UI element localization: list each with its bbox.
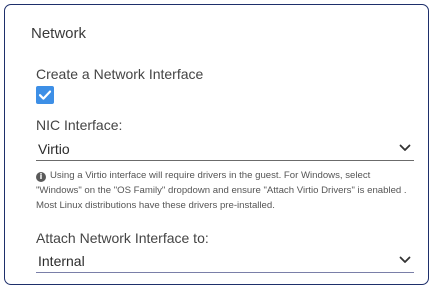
chevron-down-icon xyxy=(399,256,411,263)
attach-interface-value: Internal xyxy=(38,253,85,269)
nic-interface-select[interactable]: Virtio xyxy=(36,137,414,161)
nic-interface-value: Virtio xyxy=(38,141,70,157)
attach-interface-select[interactable]: Internal xyxy=(36,249,414,273)
check-icon xyxy=(38,90,52,100)
virtio-info-text: Using a Virtio interface will require dr… xyxy=(36,170,407,211)
nic-interface-label: NIC Interface: xyxy=(36,117,123,133)
chevron-down-icon xyxy=(399,144,411,151)
virtio-info-note: i Using a Virtio interface will require d… xyxy=(36,168,416,213)
info-icon: i xyxy=(36,172,46,182)
create-interface-label: Create a Network Interface xyxy=(36,66,204,82)
create-interface-checkbox[interactable] xyxy=(36,86,54,104)
network-panel: Network Create a Network Interface NIC I… xyxy=(4,4,429,285)
section-title: Network xyxy=(31,25,87,42)
attach-interface-label: Attach Network Interface to: xyxy=(36,230,209,246)
